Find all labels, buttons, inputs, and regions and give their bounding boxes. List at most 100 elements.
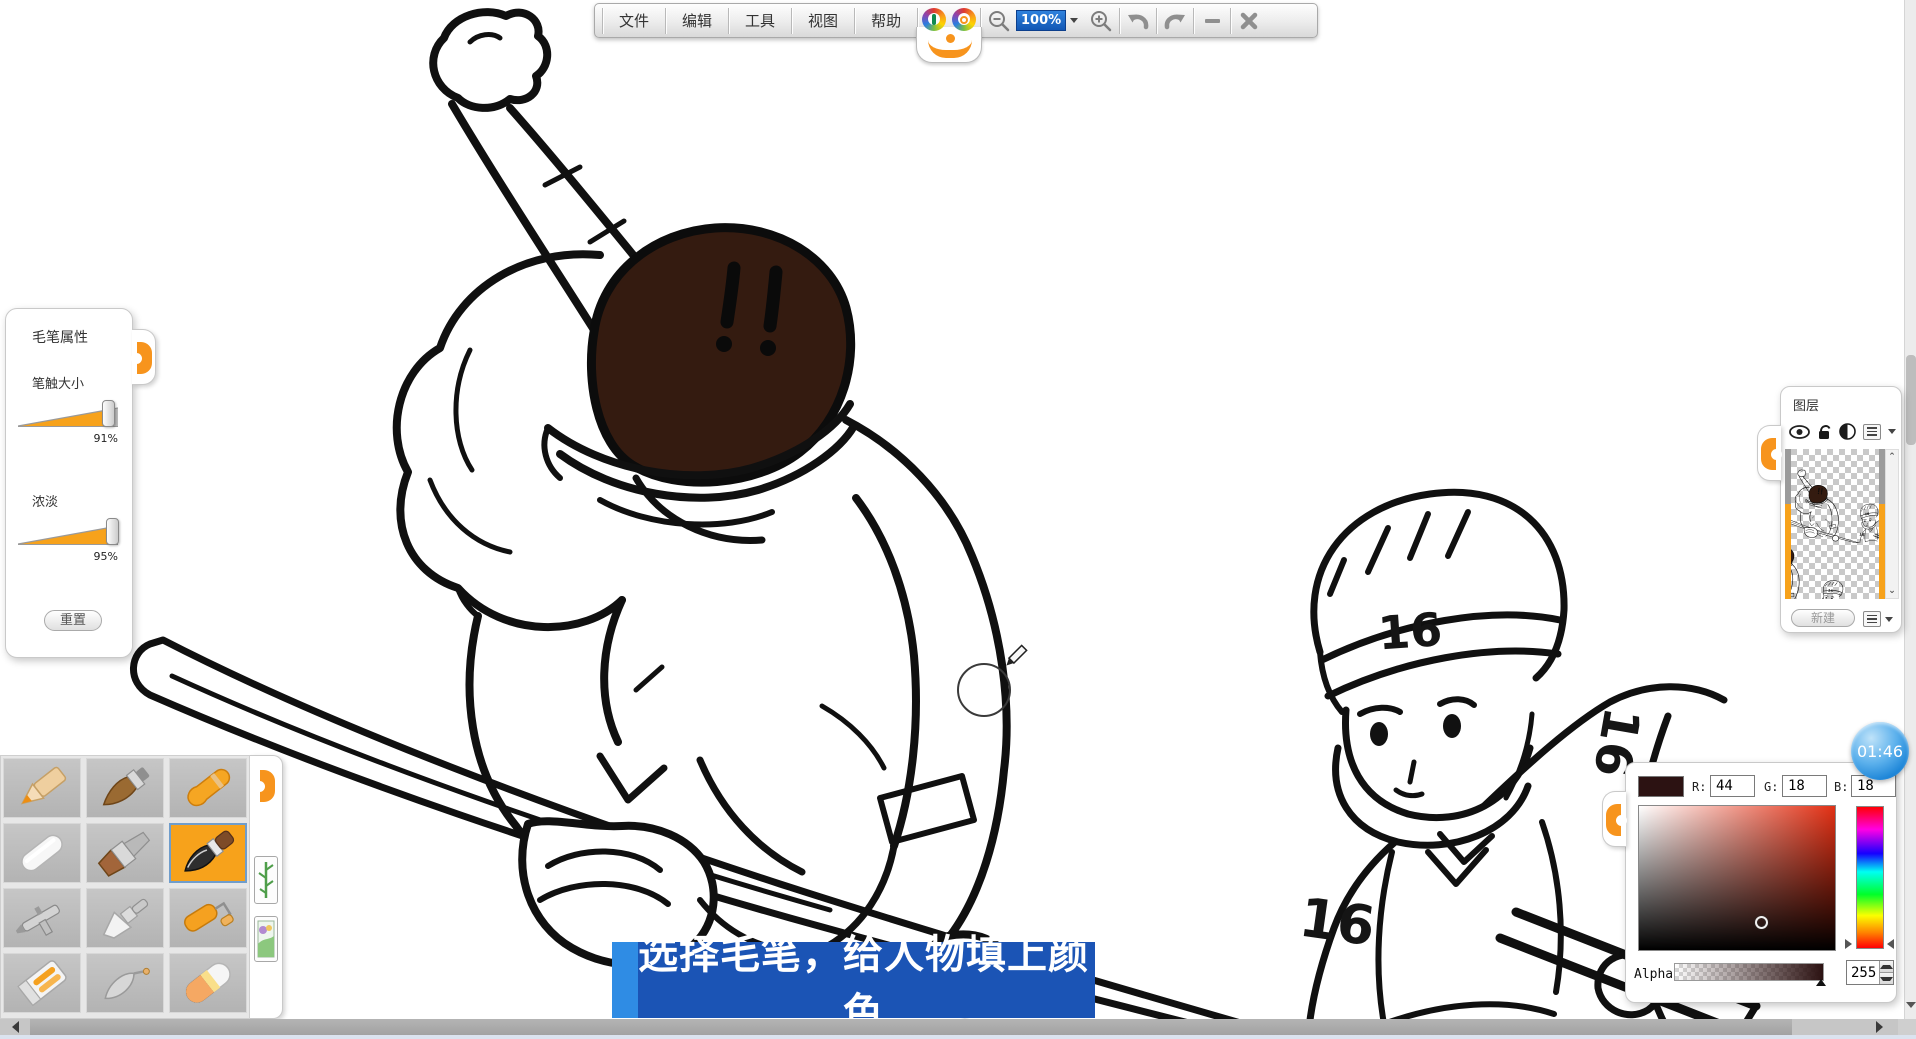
menu-tools[interactable]: 工具 — [730, 7, 790, 35]
hue-marker-left-icon[interactable] — [1845, 939, 1852, 949]
reset-button[interactable]: 重置 — [44, 610, 102, 631]
template-bamboo-button[interactable] — [254, 856, 278, 904]
layers-scroll-down-icon[interactable]: ⌄ — [1886, 586, 1898, 596]
divider — [854, 8, 855, 34]
divider — [1156, 8, 1157, 34]
mascot-eye-right-icon — [952, 8, 976, 31]
zoom-level-badge[interactable]: 100% — [1016, 10, 1066, 31]
vertical-scrollbar-thumb[interactable] — [1906, 355, 1916, 445]
menu-view[interactable]: 视图 — [793, 7, 853, 35]
redo-button[interactable] — [1158, 7, 1192, 35]
undo-button[interactable] — [1121, 7, 1155, 35]
brush-tile-paint-jar[interactable] — [3, 953, 81, 1013]
scroll-right-button[interactable] — [1866, 1020, 1892, 1034]
divider — [1193, 8, 1194, 34]
flat-brush-icon — [90, 827, 160, 879]
brush-tile-airbrush[interactable] — [3, 888, 81, 948]
divider — [791, 8, 792, 34]
green-input[interactable] — [1782, 775, 1827, 797]
alpha-spin-down-button[interactable] — [1880, 972, 1893, 984]
layers-panel-collapse-tab[interactable] — [1757, 425, 1781, 481]
spin-up-icon — [1880, 965, 1893, 969]
horizontal-scrollbar-thumb[interactable] — [30, 1019, 1792, 1035]
zoom-dropdown-caret-icon[interactable] — [1070, 18, 1078, 23]
layer-thumb-bar-active — [1879, 504, 1885, 599]
pencil-cursor-icon — [1004, 645, 1027, 668]
palette-collapse-tab[interactable] — [254, 758, 278, 814]
brush-density-slider[interactable] — [18, 518, 118, 548]
layer-thumbnail[interactable] — [1785, 449, 1885, 599]
scroll-right-icon — [1876, 1021, 1883, 1033]
divider — [1230, 8, 1231, 34]
hue-marker-right-icon[interactable] — [1887, 939, 1894, 949]
hue-bar[interactable] — [1856, 806, 1884, 949]
close-button[interactable] — [1232, 7, 1266, 35]
quill-brush-icon — [90, 957, 160, 1009]
alpha-slider[interactable] — [1674, 963, 1824, 981]
scroll-down-button[interactable] — [1905, 997, 1916, 1013]
brush-size-label: 笔触大小 — [32, 373, 132, 392]
vertical-scrollbar[interactable] — [1904, 0, 1916, 1019]
layers-options-caret-icon[interactable] — [1885, 617, 1893, 622]
layers-panel: 图层 — [1780, 386, 1902, 633]
scrollbar-corner — [1898, 1019, 1916, 1035]
horizontal-scrollbar[interactable] — [0, 1019, 1916, 1035]
color-field-cursor[interactable] — [1755, 916, 1768, 929]
brush-size-slider[interactable] — [18, 400, 118, 430]
alpha-spin-up-button[interactable] — [1880, 961, 1893, 972]
brush-tile-chalk[interactable] — [3, 823, 81, 883]
saturation-value-field[interactable] — [1638, 805, 1836, 951]
brush-tile-crayon[interactable] — [169, 758, 247, 818]
brush-tile-pointed-brush[interactable] — [86, 758, 164, 818]
undo-icon — [1125, 9, 1151, 33]
red-input[interactable] — [1710, 775, 1755, 797]
layer-lock-icon[interactable] — [1817, 423, 1832, 440]
crayon-icon — [173, 762, 243, 814]
alpha-marker-icon[interactable] — [1816, 979, 1826, 986]
layer-blend-icon[interactable] — [1839, 423, 1856, 440]
layer-visibility-eye-icon[interactable] — [1789, 425, 1810, 439]
slider-wedge — [18, 524, 118, 548]
current-color-swatch[interactable] — [1638, 776, 1684, 797]
brush-tile-paint-roller[interactable] — [169, 888, 247, 948]
new-layer-button[interactable]: 新建 — [1791, 609, 1855, 627]
brush-tile-pencil[interactable] — [3, 758, 81, 818]
divider — [728, 8, 729, 34]
brush-tile-eraser[interactable] — [169, 953, 247, 1013]
layers-options-button[interactable] — [1863, 611, 1881, 627]
minimize-button[interactable] — [1195, 7, 1229, 35]
brush-tile-palette-knife[interactable] — [86, 888, 164, 948]
brush-density-slider-handle[interactable] — [106, 518, 119, 545]
scroll-left-icon — [12, 1021, 19, 1033]
mascot-home-button[interactable] — [919, 7, 979, 35]
main-toolbar: 文件 编辑 工具 视图 帮助 100% — [594, 3, 1318, 38]
palette-side-strip — [250, 755, 283, 1019]
layers-panel-title: 图层 — [1793, 395, 1901, 414]
zoom-in-icon — [1089, 9, 1113, 33]
minimize-icon — [1205, 19, 1220, 23]
brush-size-value: 91% — [6, 432, 118, 445]
layer-menu-caret-icon[interactable] — [1888, 429, 1896, 434]
brush-tile-quill-brush[interactable] — [86, 953, 164, 1013]
layer-thumb-bar — [1785, 449, 1791, 504]
brush-tile-calligraphy-brush[interactable] — [169, 823, 247, 883]
eraser-icon — [173, 957, 243, 1009]
green-label: G: — [1764, 780, 1778, 794]
layer-thumb-bar-active — [1785, 504, 1791, 599]
alpha-input[interactable] — [1847, 961, 1879, 984]
brush-panel-title: 毛笔属性 — [32, 327, 132, 347]
layers-scrollbar[interactable]: ⌃ ⌄ — [1885, 449, 1899, 599]
zoom-in-button[interactable] — [1084, 7, 1118, 35]
menu-help[interactable]: 帮助 — [856, 7, 916, 35]
brush-panel-collapse-tab[interactable] — [132, 329, 156, 385]
layer-menu-button[interactable] — [1863, 424, 1881, 440]
layers-scroll-up-icon[interactable]: ⌃ — [1886, 452, 1898, 462]
template-scene-button[interactable] — [254, 916, 278, 962]
brush-tile-flat-brush[interactable] — [86, 823, 164, 883]
zoom-out-button[interactable] — [982, 7, 1016, 35]
menu-edit[interactable]: 编辑 — [667, 7, 727, 35]
color-panel-collapse-tab[interactable] — [1602, 791, 1626, 847]
menu-file[interactable]: 文件 — [604, 7, 664, 35]
brush-size-slider-handle[interactable] — [102, 400, 115, 427]
scroll-left-button[interactable] — [2, 1020, 28, 1034]
